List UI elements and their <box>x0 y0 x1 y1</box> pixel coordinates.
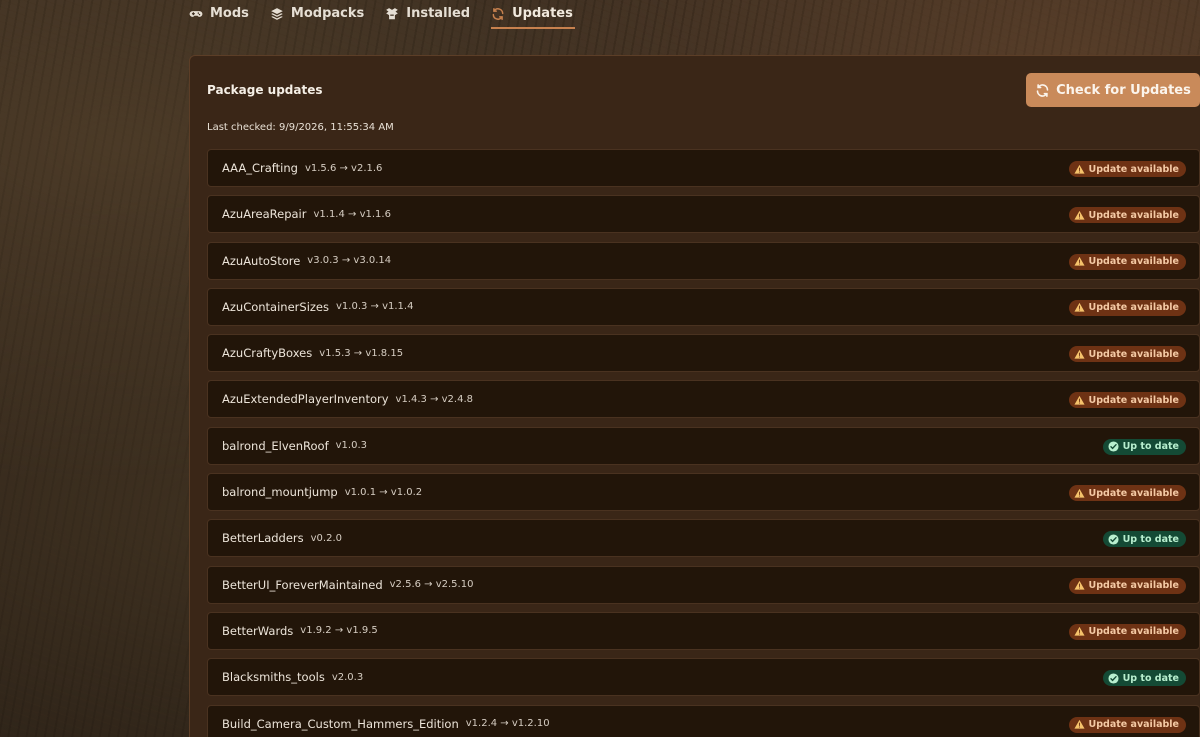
package-version: v0.2.0 <box>310 532 343 544</box>
layers-icon <box>270 7 284 21</box>
status-label: Up to date <box>1122 672 1179 684</box>
package-name: AzuExtendedPlayerInventory <box>222 392 389 407</box>
package-name: AzuAreaRepair <box>222 207 307 222</box>
warning-icon <box>1073 580 1085 591</box>
status-label: Up to date <box>1122 533 1179 545</box>
tab-updates[interactable]: Updates <box>491 0 575 29</box>
package-name: balrond_ElvenRoof <box>222 438 329 453</box>
refresh-icon <box>491 7 505 21</box>
package-row[interactable]: BetterLadders v0.2.0 Up to date <box>207 519 1200 558</box>
package-version: v1.5.6 → v2.1.6 <box>304 162 383 174</box>
package-row[interactable]: AzuAreaRepair v1.1.4 → v1.1.6 Update avail… <box>207 195 1200 234</box>
package-list: AAA_Crafting v1.5.6 → v2.1.6 Update availa… <box>207 149 1200 737</box>
check-circle-icon <box>1108 534 1119 545</box>
status-badge: Update available <box>1068 207 1186 224</box>
status-label: Update available <box>1088 256 1179 268</box>
tab-installed-label: Installed <box>406 6 471 21</box>
warning-icon <box>1073 210 1085 221</box>
package-row[interactable]: Blacksmiths_tools v2.0.3 Up to date <box>207 658 1200 697</box>
status-badge: Update available <box>1068 716 1186 733</box>
package-version: v3.0.3 → v3.0.14 <box>307 255 392 267</box>
check-circle-icon <box>1108 673 1119 684</box>
status-badge: Update available <box>1068 485 1186 502</box>
package-row[interactable]: balrond_mountjump v1.0.1 → v1.0.2 Update a… <box>207 473 1200 512</box>
package-version: v1.0.3 → v1.1.4 <box>336 301 414 313</box>
status-badge: Update available <box>1068 161 1186 177</box>
warning-icon <box>1073 626 1085 637</box>
status-badge: Update available <box>1068 299 1186 316</box>
package-row[interactable]: AzuCraftyBoxes v1.5.3 → v1.8.15 Update ava… <box>207 334 1200 373</box>
warning-icon <box>1073 488 1085 499</box>
check-for-updates-button[interactable]: Check for Updates <box>1026 73 1200 107</box>
package-version: v1.1.4 → v1.1.6 <box>313 208 391 220</box>
package-name: AzuCraftyBoxes <box>222 346 313 361</box>
package-name: AAA_Crafting <box>222 161 298 175</box>
package-name: AzuAutoStore <box>222 253 301 268</box>
status-label: Update available <box>1088 348 1179 360</box>
package-version: v1.5.3 → v1.8.15 <box>319 347 404 359</box>
warning-icon <box>1073 164 1085 175</box>
status-badge: Update available <box>1068 623 1186 640</box>
status-label: Update available <box>1088 626 1179 638</box>
tab-modpacks[interactable]: Modpacks <box>270 0 372 29</box>
tab-updates-label: Updates <box>512 6 573 21</box>
status-badge: Up to date <box>1102 670 1186 687</box>
package-row[interactable]: AAA_Crafting v1.5.6 → v2.1.6 Update availa… <box>207 149 1200 187</box>
tab-modpacks-label: Modpacks <box>290 6 365 21</box>
package-name: BetterUI_ForeverMaintained <box>222 577 383 592</box>
package-version: v1.2.4 → v1.2.10 <box>465 718 550 730</box>
panel-title: Package updates <box>207 83 323 97</box>
tab-installed[interactable]: Installed <box>385 0 478 29</box>
status-badge: Update available <box>1068 253 1186 270</box>
package-version: v1.0.3 <box>335 440 367 452</box>
package-updates-panel: Package updates Check for Updates Last c… <box>189 55 1200 737</box>
status-badge: Update available <box>1068 577 1186 594</box>
package-row[interactable]: AzuContainerSizes v1.0.3 → v1.1.4 Update a… <box>207 287 1200 326</box>
package-row[interactable]: AzuAutoStore v3.0.3 → v3.0.14 Update avail… <box>207 241 1200 280</box>
package-version: v2.5.6 → v2.5.10 <box>389 579 474 591</box>
gamepad-icon <box>189 7 203 21</box>
package-name: BetterLadders <box>222 531 304 546</box>
status-label: Update available <box>1088 394 1179 406</box>
status-badge: Up to date <box>1102 438 1186 455</box>
warning-icon <box>1073 719 1085 730</box>
package-name: Build_Camera_Custom_Hammers_Edition <box>222 716 459 731</box>
package-row[interactable]: balrond_ElvenRoof v1.0.3 Up to date <box>207 426 1200 465</box>
package-name: AzuContainerSizes <box>222 299 329 314</box>
status-label: Update available <box>1088 580 1179 592</box>
tab-mods-label: Mods <box>210 6 249 21</box>
status-label: Up to date <box>1122 441 1179 453</box>
package-version: v2.0.3 <box>331 671 364 683</box>
last-checked-text: Last checked: 9/9/2026, 11:55:34 AM <box>207 122 394 133</box>
status-badge: Update available <box>1068 392 1186 409</box>
status-label: Update available <box>1088 209 1179 221</box>
check-for-updates-label: Check for Updates <box>1056 82 1191 98</box>
check-circle-icon <box>1108 441 1119 452</box>
status-label: Update available <box>1088 719 1179 731</box>
package-version: v1.0.1 → v1.0.2 <box>344 486 423 498</box>
warning-icon <box>1073 395 1085 406</box>
package-row[interactable]: BetterWards v1.9.2 → v1.9.5 Update availab… <box>207 611 1200 650</box>
package-row[interactable]: Build_Camera_Custom_Hammers_Edition v1.2.… <box>207 704 1200 737</box>
warning-icon <box>1073 256 1085 267</box>
warning-icon <box>1073 302 1085 313</box>
package-row[interactable]: BetterUI_ForeverMaintained v2.5.6 → v2.5.… <box>207 565 1200 604</box>
status-badge: Update available <box>1068 346 1186 363</box>
tab-mods[interactable]: Mods <box>189 0 257 29</box>
package-row[interactable]: AzuExtendedPlayerInventory v1.4.3 → v2.4.… <box>207 380 1200 419</box>
package-version: v1.4.3 → v2.4.8 <box>395 393 473 405</box>
refresh-icon <box>1035 83 1050 98</box>
status-label: Update available <box>1088 487 1179 499</box>
package-version: v1.9.2 → v1.9.5 <box>300 625 378 637</box>
warning-icon <box>1073 349 1085 360</box>
box-icon <box>385 7 399 21</box>
status-badge: Up to date <box>1102 531 1186 548</box>
package-name: balrond_mountjump <box>222 485 338 500</box>
package-name: BetterWards <box>222 623 294 638</box>
top-navigation: Mods Modpacks Installed Updates <box>189 0 588 33</box>
status-label: Update available <box>1088 163 1179 175</box>
status-label: Update available <box>1088 302 1179 314</box>
package-name: Blacksmiths_tools <box>222 670 325 685</box>
